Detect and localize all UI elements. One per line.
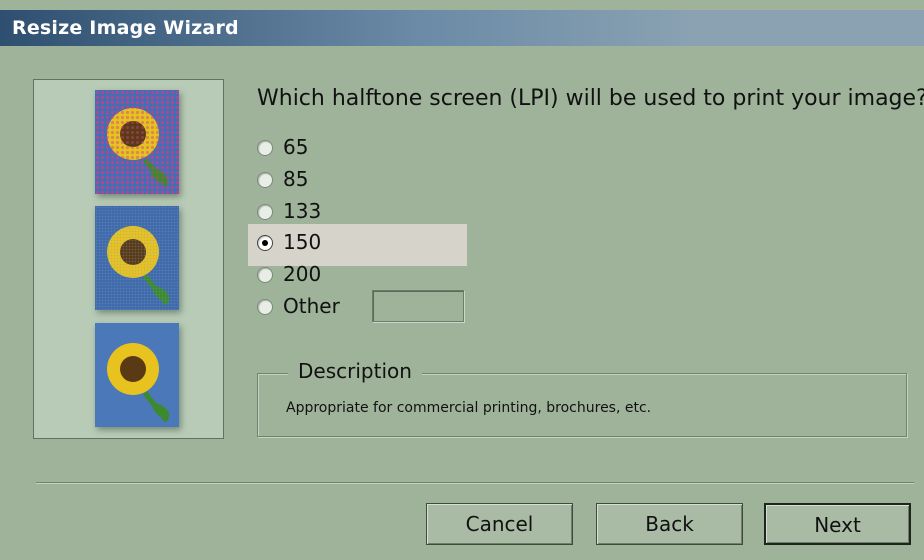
sunflower-halftone-medium-image	[95, 206, 179, 310]
description-group: Description Appropriate for commercial p…	[257, 359, 907, 437]
radio-other[interactable]	[257, 299, 273, 315]
description-legend: Description	[288, 359, 422, 383]
radio-85[interactable]	[257, 172, 273, 188]
radio-150[interactable]	[257, 235, 273, 251]
option-85[interactable]: 85	[257, 163, 467, 195]
sunflower-halftone-fine-image	[95, 323, 179, 427]
button-separator	[36, 482, 914, 484]
cancel-button[interactable]: Cancel	[426, 503, 573, 545]
option-other-label: Other	[283, 294, 340, 318]
option-150-label: 150	[283, 230, 322, 254]
option-65-label: 65	[283, 135, 309, 159]
sunflower-halftone-coarse-image	[95, 90, 179, 194]
preview-panel	[33, 79, 224, 439]
next-button[interactable]: Next	[764, 503, 911, 545]
other-lpi-input[interactable]	[372, 290, 464, 322]
option-133-label: 133	[283, 199, 322, 223]
lpi-question: Which halftone screen (LPI) will be used…	[257, 86, 924, 111]
option-85-label: 85	[283, 167, 309, 191]
option-65[interactable]: 65	[257, 131, 467, 163]
option-other[interactable]: Other	[257, 290, 367, 322]
back-button[interactable]: Back	[596, 503, 743, 545]
radio-133[interactable]	[257, 204, 273, 220]
option-200[interactable]: 200	[257, 258, 467, 290]
radio-65[interactable]	[257, 140, 273, 156]
window-title: Resize Image Wizard	[12, 17, 239, 39]
radio-200[interactable]	[257, 267, 273, 283]
title-bar: Resize Image Wizard	[0, 10, 924, 46]
option-133[interactable]: 133	[257, 195, 467, 227]
description-text: Appropriate for commercial printing, bro…	[286, 400, 652, 416]
option-200-label: 200	[283, 262, 322, 286]
